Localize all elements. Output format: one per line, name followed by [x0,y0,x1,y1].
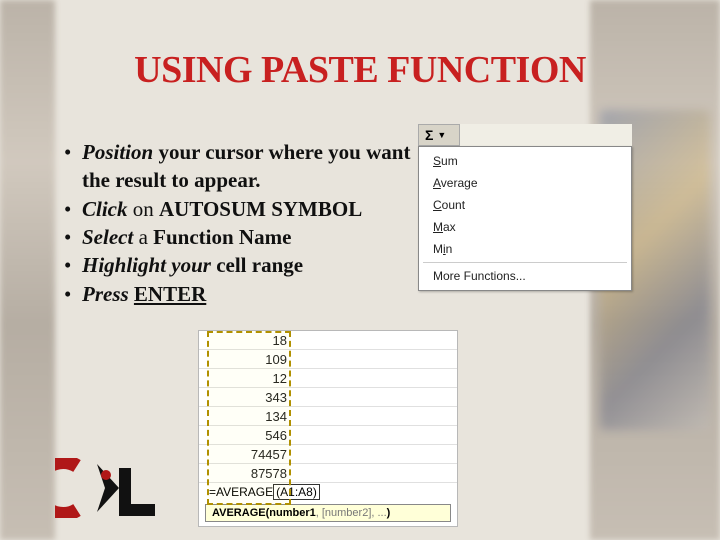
bullet-list: Position your cursor where you want the … [60,138,420,308]
slide: USING PASTE FUNCTION Position your curso… [0,0,720,540]
bullet-item: Highlight your cell range [60,251,420,279]
formula-reference: (A1:A8) [273,484,320,500]
bullet-strong: Function Name [153,225,291,249]
autosum-menu: Sum Average Count Max Min More Functions… [418,146,632,291]
spreadsheet-snippet: 18 109 12 343 134 546 74457 87578 =AVERA… [198,330,458,527]
bullet-strong: ENTER [134,282,206,306]
cell[interactable]: 18 [199,331,457,350]
menu-item-max[interactable]: Max [419,216,631,238]
bullet-emphasis: Position [82,140,153,164]
cal-logo [55,458,175,518]
cell[interactable]: 343 [199,388,457,407]
bullet-text: cell range [211,253,303,277]
cell[interactable]: 546 [199,426,457,445]
autosum-popup: Σ ▼ Sum Average Count Max Min More Funct… [418,124,632,291]
bullet-emphasis: Select [82,225,133,249]
cell[interactable]: 109 [199,350,457,369]
cell[interactable]: 12 [199,369,457,388]
bullet-emphasis: Click [82,197,128,221]
bullet-emphasis: Press [82,282,129,306]
menu-separator [423,262,627,263]
menu-item-count[interactable]: Count [419,194,631,216]
menu-item-more[interactable]: More Functions... [419,265,631,287]
slide-title: USING PASTE FUNCTION [0,0,720,92]
logo-icon [55,458,175,518]
cell[interactable]: 134 [199,407,457,426]
formula-cell[interactable]: =AVERAGE(A1:A8) [199,483,457,502]
menu-item-sum[interactable]: Sum [419,150,631,172]
bullet-strong: AUTOSUM SYMBOL [159,197,362,221]
bullet-emphasis: Highlight your [82,253,211,277]
formula-fn: =AVERAGE [209,485,273,499]
function-tooltip: AVERAGE(number1, [number2], ...) [205,504,451,522]
menu-item-average[interactable]: Average [419,172,631,194]
autosum-button[interactable]: Σ ▼ [418,124,460,146]
bullet-text: on [128,197,160,221]
menu-item-min[interactable]: Min [419,238,631,260]
bullet-item: Press ENTER [60,280,420,308]
bullet-item: Select a Function Name [60,223,420,251]
chevron-down-icon: ▼ [437,130,446,140]
sigma-icon: Σ [425,127,433,143]
cell[interactable]: 74457 [199,445,457,464]
tooltip-fn: AVERAGE [212,507,266,519]
bullet-text: a [133,225,153,249]
bullet-item: Click on AUTOSUM SYMBOL [60,195,420,223]
cell[interactable]: 87578 [199,464,457,483]
bullet-item: Position your cursor where you want the … [60,138,420,195]
